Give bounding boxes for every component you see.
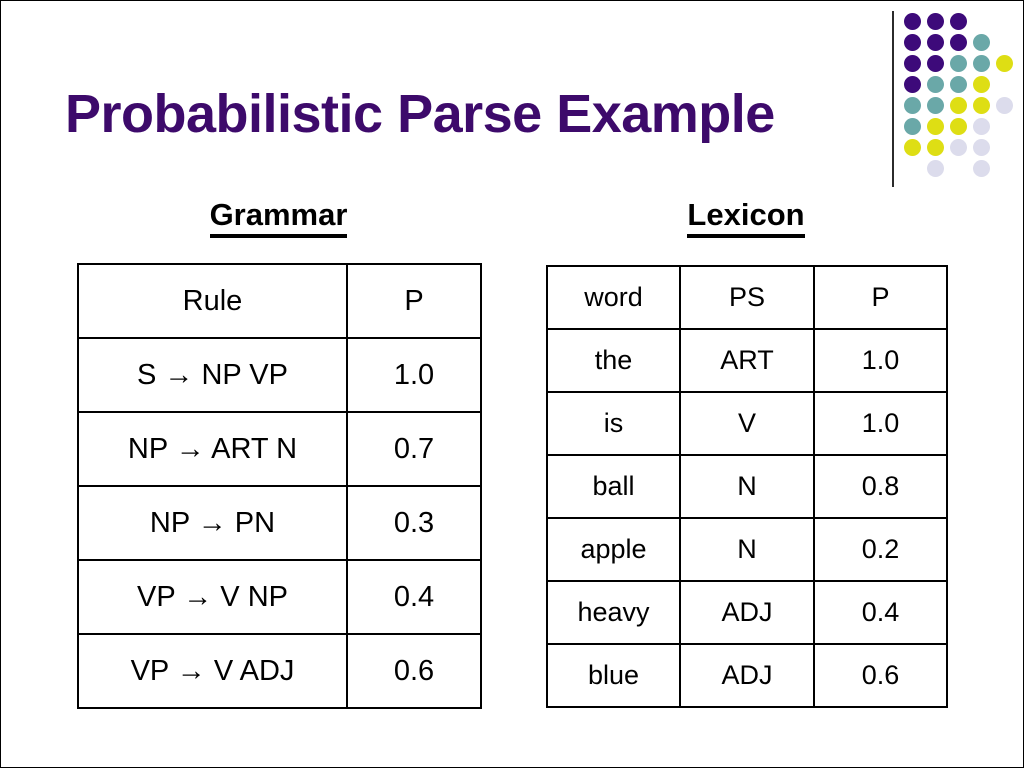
decorative-dot	[927, 13, 944, 30]
decorative-dot	[927, 118, 944, 135]
decorative-dot	[927, 160, 944, 177]
cell-probability: 1.0	[813, 391, 948, 456]
cell-rule: S → NP VP	[77, 337, 348, 413]
decorative-dot	[996, 97, 1013, 114]
decorative-dot	[973, 34, 990, 51]
table-header-row: word PS P	[546, 265, 948, 330]
table-row: ball N 0.8	[546, 454, 948, 519]
table-header-row: Rule P	[77, 263, 482, 339]
grammar-heading-label: Grammar	[209, 197, 348, 238]
decorative-dot	[904, 139, 921, 156]
decorative-dot	[973, 55, 990, 72]
column-header: word	[546, 265, 681, 330]
decorative-dot	[927, 34, 944, 51]
decorative-dot	[904, 13, 921, 30]
vertical-divider-line	[892, 11, 894, 187]
table-row: apple N 0.2	[546, 517, 948, 582]
decorative-dot	[950, 118, 967, 135]
cell-part-of-speech: ADJ	[679, 643, 815, 708]
decorative-dot	[973, 160, 990, 177]
lexicon-section-heading: Lexicon	[546, 197, 946, 238]
cell-rule: VP → V NP	[77, 559, 348, 635]
cell-probability: 0.2	[813, 517, 948, 582]
decorative-dot	[973, 97, 990, 114]
cell-part-of-speech: V	[679, 391, 815, 456]
decorative-dot	[996, 55, 1013, 72]
column-header: Rule	[77, 263, 348, 339]
grammar-section-heading: Grammar	[77, 197, 480, 238]
cell-probability: 0.4	[813, 580, 948, 645]
table-row: NP → ART N 0.7	[77, 411, 482, 487]
cell-probability: 0.7	[346, 411, 482, 487]
decorative-dot	[927, 76, 944, 93]
cell-word: the	[546, 328, 681, 393]
cell-probability: 1.0	[813, 328, 948, 393]
decorative-dot	[950, 55, 967, 72]
slide-canvas: Probabilistic Parse Example Grammar Lexi…	[0, 0, 1024, 768]
decorative-dot	[927, 139, 944, 156]
lexicon-table: word PS Pthe ART 1.0 is V 1.0 ball N 0.8 apple N 0.2 h…	[546, 265, 948, 708]
cell-part-of-speech: ADJ	[679, 580, 815, 645]
decorative-dot	[950, 34, 967, 51]
lexicon-heading-label: Lexicon	[687, 197, 805, 238]
decorative-dot	[927, 97, 944, 114]
cell-probability: 0.6	[813, 643, 948, 708]
cell-probability: 1.0	[346, 337, 482, 413]
cell-probability: 0.8	[813, 454, 948, 519]
decorative-dot	[950, 13, 967, 30]
cell-word: blue	[546, 643, 681, 708]
table-row: NP → PN 0.3	[77, 485, 482, 561]
decorative-dot	[950, 139, 967, 156]
table-row: the ART 1.0	[546, 328, 948, 393]
cell-probability: 0.3	[346, 485, 482, 561]
table-row: S → NP VP 1.0	[77, 337, 482, 413]
cell-word: is	[546, 391, 681, 456]
decorative-dot	[904, 55, 921, 72]
cell-word: heavy	[546, 580, 681, 645]
decorative-dot	[973, 76, 990, 93]
cell-part-of-speech: N	[679, 454, 815, 519]
column-header: P	[346, 263, 482, 339]
decorative-dot-motif	[886, 1, 1023, 196]
dot-grid	[904, 13, 1023, 185]
table-row: VP → V NP 0.4	[77, 559, 482, 635]
column-header: P	[813, 265, 948, 330]
table-row: VP → V ADJ 0.6	[77, 633, 482, 709]
decorative-dot	[927, 55, 944, 72]
table-row: heavy ADJ 0.4	[546, 580, 948, 645]
page-title: Probabilistic Parse Example	[65, 84, 775, 144]
cell-word: apple	[546, 517, 681, 582]
cell-probability: 0.6	[346, 633, 482, 709]
table-row: blue ADJ 0.6	[546, 643, 948, 708]
table-row: is V 1.0	[546, 391, 948, 456]
cell-rule: VP → V ADJ	[77, 633, 348, 709]
decorative-dot	[904, 76, 921, 93]
decorative-dot	[950, 76, 967, 93]
decorative-dot	[950, 97, 967, 114]
column-header: PS	[679, 265, 815, 330]
decorative-dot	[973, 139, 990, 156]
cell-word: ball	[546, 454, 681, 519]
grammar-table: Rule P S → NP VP 1.0 NP → ART N 0.7 NP → PN 0.3…	[77, 263, 482, 709]
cell-probability: 0.4	[346, 559, 482, 635]
decorative-dot	[904, 34, 921, 51]
cell-part-of-speech: ART	[679, 328, 815, 393]
cell-part-of-speech: N	[679, 517, 815, 582]
decorative-dot	[973, 118, 990, 135]
cell-rule: NP → PN	[77, 485, 348, 561]
cell-rule: NP → ART N	[77, 411, 348, 487]
decorative-dot	[904, 97, 921, 114]
decorative-dot	[904, 118, 921, 135]
